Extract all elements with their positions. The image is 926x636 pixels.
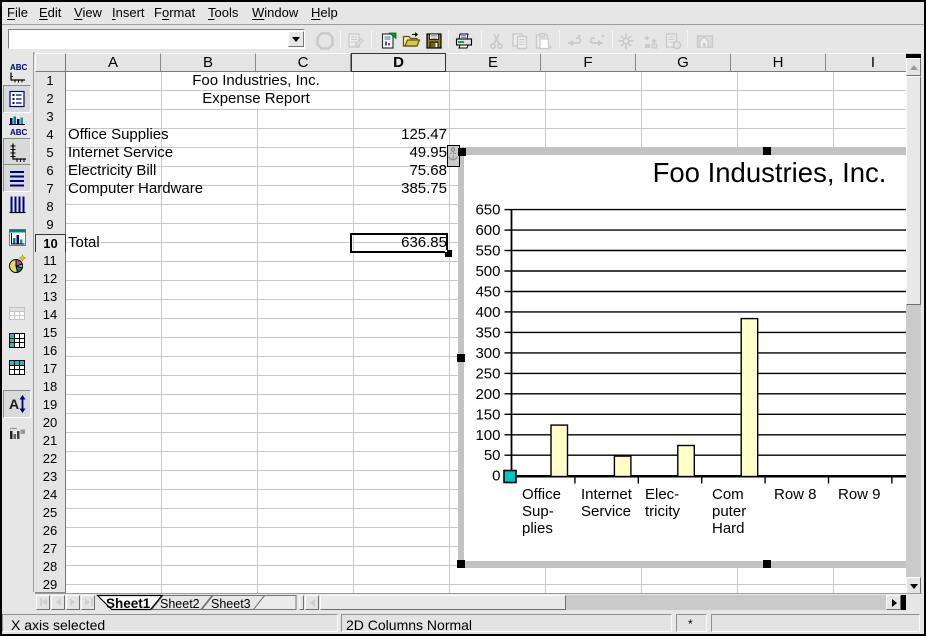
- svg-text:Sheet1: Sheet1: [106, 596, 151, 611]
- svg-text:0: 0: [492, 468, 500, 485]
- svg-text:ABC: ABC: [10, 128, 28, 137]
- svg-text:Sheet3: Sheet3: [211, 597, 251, 611]
- svg-text:550: 550: [475, 243, 500, 260]
- svg-text:Row 8: Row 8: [774, 486, 817, 503]
- svg-text:300: 300: [475, 345, 500, 362]
- svg-text:A: A: [9, 396, 19, 412]
- svg-text:50: 50: [484, 447, 501, 464]
- svg-text:ABC: ABC: [10, 63, 28, 72]
- svg-text:puter: puter: [712, 503, 746, 520]
- svg-text:600: 600: [475, 222, 500, 239]
- svg-text:Elec-: Elec-: [645, 486, 679, 503]
- svg-text:250: 250: [475, 365, 500, 382]
- svg-text:Com: Com: [712, 486, 744, 503]
- svg-text:Service: Service: [581, 503, 631, 520]
- svg-text:650: 650: [475, 202, 500, 219]
- svg-text:150: 150: [475, 406, 500, 423]
- svg-text:500: 500: [475, 263, 500, 280]
- svg-text:450: 450: [475, 284, 500, 301]
- svg-text:Hard: Hard: [712, 520, 745, 537]
- svg-text:Office: Office: [522, 486, 561, 503]
- svg-text:Row 9: Row 9: [838, 486, 881, 503]
- svg-text:Foo Industries, Inc.: Foo Industries, Inc.: [653, 157, 887, 188]
- svg-text:Sup-: Sup-: [522, 503, 554, 520]
- svg-text:400: 400: [475, 304, 500, 321]
- svg-text:tricity: tricity: [645, 503, 680, 520]
- svg-text:350: 350: [475, 324, 500, 341]
- svg-text:100: 100: [475, 427, 500, 444]
- svg-text:Internet: Internet: [581, 486, 633, 503]
- svg-text:200: 200: [475, 386, 500, 403]
- svg-text:plies: plies: [522, 520, 553, 537]
- svg-text:Sheet2: Sheet2: [160, 597, 200, 611]
